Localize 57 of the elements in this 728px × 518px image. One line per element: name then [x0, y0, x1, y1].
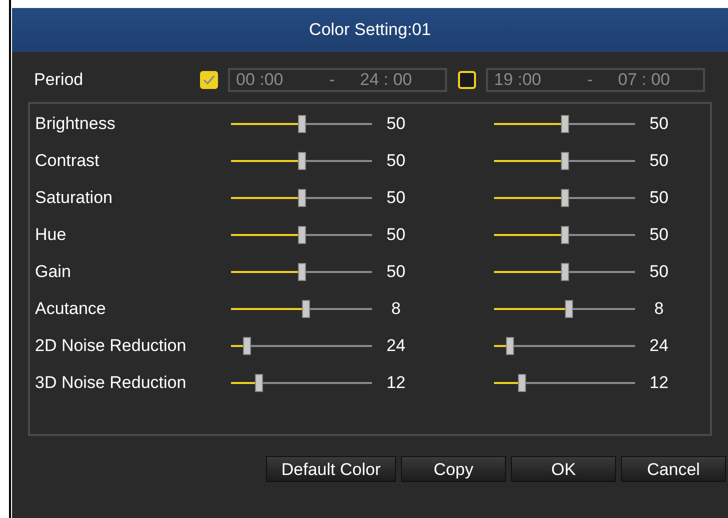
slider-value: 50 [648, 150, 670, 172]
end-time: 24 : 00 [360, 69, 412, 92]
setting-label: Gain [35, 260, 72, 283]
time-range-field[interactable]: 19 :00 - 07 : 00 [486, 68, 705, 92]
slider-value: 24 [648, 334, 670, 357]
slider-value: 50 [386, 224, 406, 246]
period-label: Period [34, 69, 84, 92]
slider-thumb[interactable] [560, 226, 568, 244]
dialog-button[interactable]: Cancel [621, 456, 726, 482]
slider-value: 50 [648, 186, 670, 209]
time-range-field[interactable]: 00 :00 - 24 : 00 [228, 68, 447, 92]
slider-thumb[interactable] [298, 262, 306, 280]
checkbox[interactable] [200, 71, 218, 89]
slider-value: 50 [386, 186, 406, 209]
window-title: Color Setting:01 [309, 19, 431, 42]
setting-label: 3D Noise Reduction [35, 372, 188, 394]
slider-thumb[interactable] [298, 114, 306, 132]
slider-value: 50 [648, 112, 670, 135]
range-separator: - [328, 69, 336, 92]
slider-value: 50 [648, 224, 670, 246]
slider-value: 8 [653, 298, 665, 320]
slider-thumb[interactable] [298, 152, 306, 170]
slider-thumb[interactable] [242, 336, 250, 354]
range-separator: - [586, 69, 594, 92]
slider-value: 24 [386, 334, 406, 357]
setting-label: 2D Noise Reduction [35, 334, 188, 357]
slider-value: 8 [390, 298, 402, 320]
start-time: 19 :00 [494, 69, 542, 92]
slider-value: 50 [386, 112, 406, 135]
setting-label: Hue [35, 224, 68, 246]
slider-value: 12 [648, 372, 670, 394]
slider-thumb[interactable] [560, 152, 568, 170]
check-icon [203, 75, 215, 85]
start-time: 00 :00 [236, 69, 284, 92]
slider-thumb[interactable] [255, 374, 264, 392]
slider-thumb[interactable] [564, 300, 573, 318]
setting-label: Saturation [35, 186, 114, 209]
slider-thumb[interactable] [506, 336, 514, 354]
setting-label: Acutance [35, 298, 107, 320]
slider-thumb[interactable] [560, 262, 568, 280]
slider-value: 50 [386, 150, 406, 172]
slider-thumb[interactable] [518, 374, 526, 392]
dialog-button[interactable]: Default Color [266, 456, 396, 482]
slider-thumb[interactable] [560, 188, 568, 206]
slider-thumb[interactable] [298, 226, 306, 244]
slider-value: 50 [386, 260, 406, 283]
dialog-button[interactable]: Copy [401, 456, 506, 482]
setting-label: Brightness [35, 112, 116, 135]
end-time: 07 : 00 [618, 69, 670, 92]
dialog-button[interactable]: OK [511, 456, 616, 482]
slider-value: 12 [386, 372, 406, 394]
slider-value: 50 [648, 260, 670, 283]
setting-label: Contrast [35, 150, 100, 172]
slider-thumb[interactable] [298, 188, 306, 206]
slider-thumb[interactable] [560, 114, 568, 132]
checkbox[interactable] [458, 71, 476, 89]
slider-thumb[interactable] [302, 300, 310, 318]
